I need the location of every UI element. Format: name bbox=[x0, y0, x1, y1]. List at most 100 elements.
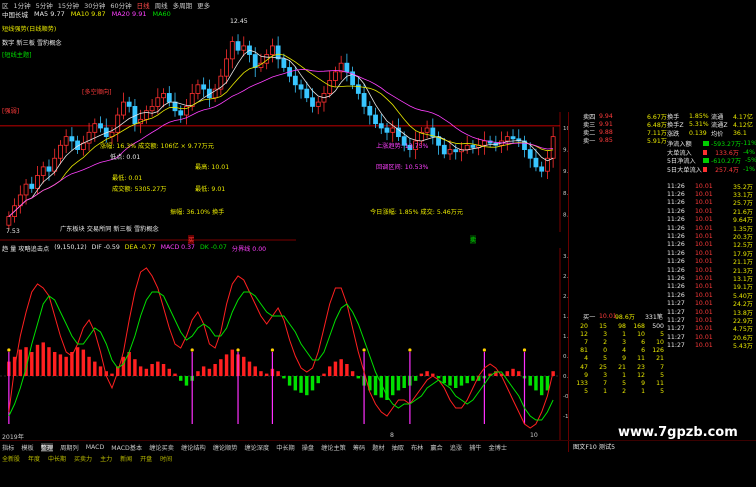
indicator-tab-2[interactable]: 整理 bbox=[40, 443, 54, 452]
status-item-6[interactable]: 开盘 bbox=[140, 454, 152, 463]
candle-body[interactable] bbox=[315, 101, 321, 107]
indicator-tab-11[interactable]: 操盘 bbox=[302, 443, 314, 452]
indicator-tab-20[interactable]: 金博士 bbox=[489, 443, 508, 452]
candle-body[interactable] bbox=[539, 166, 545, 172]
macd-bar bbox=[253, 366, 257, 376]
candle-body[interactable] bbox=[504, 136, 510, 142]
candle-body[interactable] bbox=[46, 166, 52, 172]
indicator-tab-3[interactable]: 周期列 bbox=[60, 443, 79, 452]
candle-body[interactable] bbox=[390, 127, 396, 133]
signal-flame bbox=[362, 348, 366, 352]
candle-body[interactable] bbox=[166, 93, 172, 103]
candle-body[interactable] bbox=[172, 101, 178, 112]
candle-body[interactable] bbox=[373, 114, 378, 125]
candle-body[interactable] bbox=[275, 45, 281, 60]
candle-body[interactable] bbox=[121, 101, 126, 116]
status-item-3[interactable]: 买卖力 bbox=[74, 454, 92, 463]
candle-body[interactable] bbox=[333, 71, 338, 81]
candle-body[interactable] bbox=[161, 93, 166, 99]
candle-body[interactable] bbox=[361, 93, 367, 107]
candle-body[interactable] bbox=[533, 157, 539, 168]
indicator-tab-1[interactable]: 模板 bbox=[21, 443, 33, 452]
candle-body[interactable] bbox=[69, 136, 75, 142]
main-chart[interactable]: 10.009.509.008.508.003.002.502.001.501.0… bbox=[0, 0, 568, 440]
stock-name[interactable]: 中国长城 bbox=[2, 9, 28, 19]
candle-body[interactable] bbox=[252, 54, 258, 68]
macd-bar bbox=[121, 356, 126, 376]
tag-red[interactable]: [多空顺向] bbox=[82, 87, 112, 96]
candle-body[interactable] bbox=[178, 110, 184, 116]
status-item-7[interactable]: 时间 bbox=[160, 454, 172, 463]
candle-body[interactable] bbox=[155, 97, 161, 107]
candle-body[interactable] bbox=[195, 84, 201, 94]
indicator-tab-19[interactable]: 捕牛 bbox=[469, 443, 481, 452]
candle-body[interactable] bbox=[201, 84, 207, 90]
candle-body[interactable] bbox=[464, 144, 470, 150]
indicator-tab-18[interactable]: 追涨 bbox=[450, 443, 462, 452]
candle-body[interactable] bbox=[281, 58, 287, 68]
candle-body[interactable] bbox=[23, 183, 29, 196]
indicator-tab-5[interactable]: MACD基本 bbox=[111, 443, 142, 452]
candle-body[interactable] bbox=[224, 58, 229, 77]
indicator-tab-4[interactable]: MACD bbox=[86, 444, 105, 451]
candle-body[interactable] bbox=[384, 127, 390, 133]
indicator-tab-9[interactable]: 缠论深度 bbox=[244, 443, 269, 452]
candle-body[interactable] bbox=[378, 123, 384, 129]
candle-body[interactable] bbox=[298, 84, 304, 90]
candle-body[interactable] bbox=[126, 101, 132, 107]
candle-body[interactable] bbox=[292, 75, 298, 86]
indicator-tab-7[interactable]: 缠论结构 bbox=[181, 443, 206, 452]
candle-body[interactable] bbox=[441, 144, 447, 155]
candle-body[interactable] bbox=[149, 106, 155, 112]
status-item-5[interactable]: 新闻 bbox=[120, 454, 132, 463]
candle-body[interactable] bbox=[344, 62, 350, 73]
tag-green[interactable]: [短线主题] bbox=[2, 50, 32, 59]
candle-body[interactable] bbox=[58, 144, 63, 159]
candle-body[interactable] bbox=[235, 41, 241, 51]
candle-body[interactable] bbox=[310, 97, 315, 107]
ask-price: 9.85 bbox=[599, 137, 613, 145]
candle-body[interactable] bbox=[40, 166, 46, 176]
macd-bar bbox=[436, 376, 441, 379]
candle-body[interactable] bbox=[29, 183, 35, 189]
candle-body[interactable] bbox=[481, 140, 487, 146]
candle-body[interactable] bbox=[527, 149, 533, 159]
candle-body[interactable] bbox=[447, 149, 453, 155]
status-item-4[interactable]: 主力 bbox=[100, 454, 112, 463]
candle-body[interactable] bbox=[92, 123, 98, 133]
candle-body[interactable] bbox=[35, 175, 40, 189]
indicator-tab-8[interactable]: 缠论顺势 bbox=[213, 443, 238, 452]
indicator-tab-13[interactable]: 筹码 bbox=[353, 443, 365, 452]
candle-body[interactable] bbox=[115, 114, 121, 133]
tick-row: 11:26 10.01 21.3万 bbox=[667, 266, 756, 275]
indicator-tab-6[interactable]: 缠论买卖 bbox=[149, 443, 174, 452]
candle-body[interactable] bbox=[550, 136, 556, 159]
candle-body[interactable] bbox=[270, 45, 275, 55]
tick-price: 10.01 bbox=[695, 182, 713, 190]
status-item-1[interactable]: 年度 bbox=[28, 454, 40, 463]
candle-body[interactable] bbox=[6, 216, 12, 226]
indicator-tab-0[interactable]: 指标 bbox=[2, 443, 14, 452]
candle-body[interactable] bbox=[229, 41, 235, 60]
candle-body[interactable] bbox=[327, 80, 333, 94]
tick-time: 11:26 bbox=[667, 274, 685, 282]
indicator-tab-14[interactable]: 题材 bbox=[372, 443, 384, 452]
candle-body[interactable] bbox=[470, 144, 476, 148]
tag-red2[interactable]: [强弱] bbox=[2, 106, 19, 115]
macd-bar bbox=[98, 366, 103, 376]
status-item-2[interactable]: 中长期 bbox=[48, 454, 66, 463]
candle-body[interactable] bbox=[98, 123, 103, 129]
indicator-tab-12[interactable]: 缠论主策 bbox=[321, 443, 346, 452]
indicator-tab-10[interactable]: 中长期 bbox=[276, 443, 295, 452]
indicator-tab-16[interactable]: 布林 bbox=[411, 443, 423, 452]
candle-body[interactable] bbox=[510, 136, 516, 140]
candle-body[interactable] bbox=[241, 45, 247, 51]
status-item-0[interactable]: 全新股 bbox=[2, 454, 20, 463]
candle-body[interactable] bbox=[63, 136, 69, 146]
candle-body[interactable] bbox=[424, 127, 430, 133]
indicator-tab-17[interactable]: 赢合 bbox=[430, 443, 442, 452]
candle-body[interactable] bbox=[367, 106, 373, 116]
indicator-tab-15[interactable]: 抽取 bbox=[392, 443, 404, 452]
candle-body[interactable] bbox=[304, 88, 310, 99]
candle-body[interactable] bbox=[453, 149, 459, 153]
